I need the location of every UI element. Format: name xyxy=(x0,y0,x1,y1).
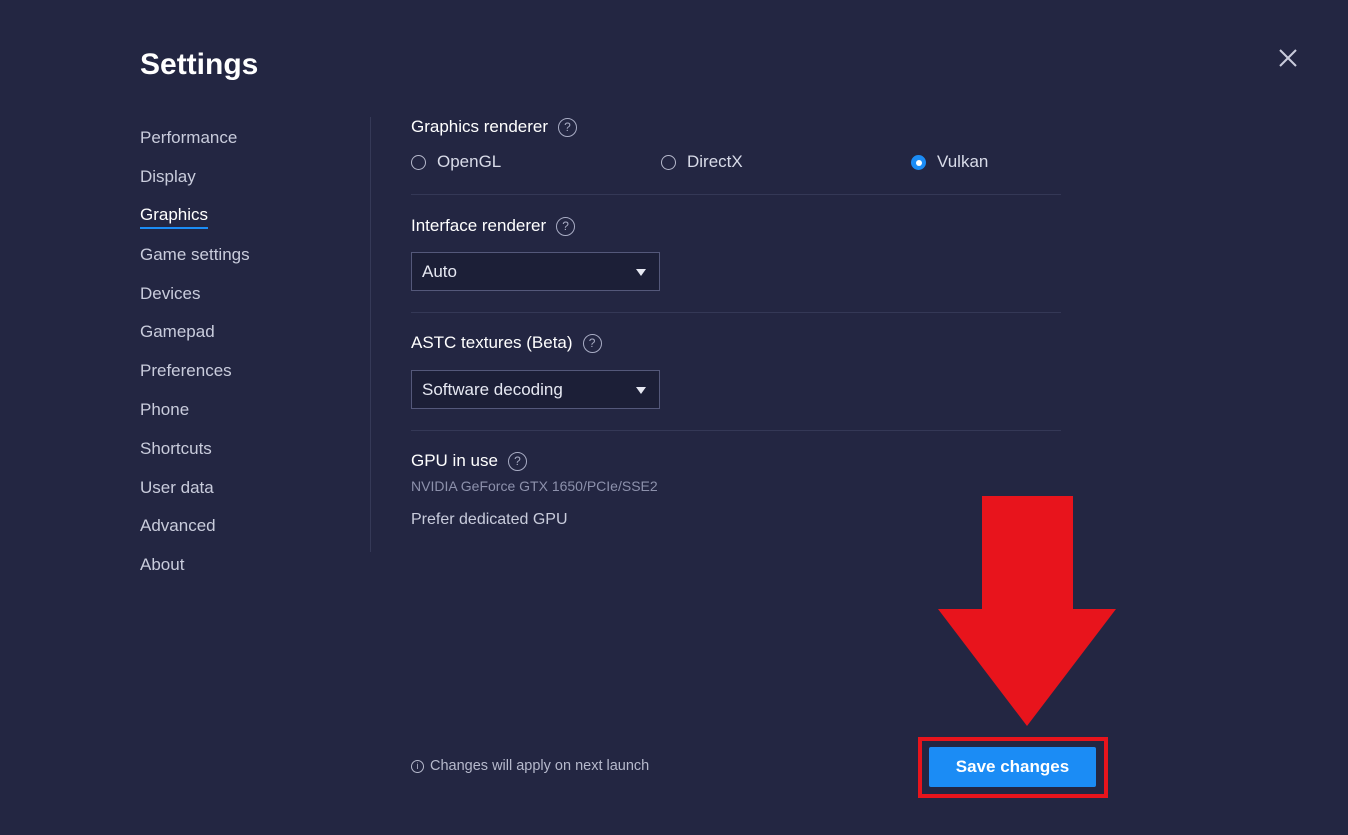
radio-label: OpenGL xyxy=(437,152,502,171)
astc-textures-heading: ASTC textures (Beta) ? xyxy=(411,333,602,353)
sidebar-item-label: Phone xyxy=(140,399,190,419)
gpu-in-use-label: GPU in use xyxy=(411,451,498,470)
sidebar-item-game-settings[interactable]: Game settings xyxy=(140,236,360,275)
graphics-renderer-label: Graphics renderer xyxy=(411,117,549,136)
sidebar-item-display[interactable]: Display xyxy=(140,159,360,198)
gpu-name: NVIDIA GeForce GTX 1650/PCIe/SSE2 xyxy=(411,478,658,494)
radio-label: DirectX xyxy=(687,152,743,171)
sidebar-item-graphics[interactable]: Graphics xyxy=(140,198,360,237)
prefer-dedicated-gpu[interactable]: Prefer dedicated GPU xyxy=(411,511,568,529)
sidebar-item-user-data[interactable]: User data xyxy=(140,469,360,508)
radio-vulkan[interactable]: Vulkan xyxy=(911,152,988,172)
radio-circle xyxy=(411,154,426,170)
sidebar-item-label: Graphics xyxy=(140,205,209,229)
sidebar-item-label: Devices xyxy=(140,283,201,303)
gpu-in-use-heading: GPU in use ? xyxy=(411,451,527,471)
section-divider xyxy=(411,194,1061,195)
page-title: Settings xyxy=(140,48,259,81)
sidebar-divider xyxy=(370,117,371,552)
caret-down-icon xyxy=(636,387,646,394)
sidebar-item-label: Advanced xyxy=(140,516,216,536)
sidebar-item-label: Game settings xyxy=(140,244,250,264)
sidebar-item-gamepad[interactable]: Gamepad xyxy=(140,314,360,353)
sidebar-item-about[interactable]: About xyxy=(140,547,360,586)
graphics-renderer-options: OpenGL DirectX Vulkan xyxy=(411,152,1061,176)
caret-down-icon xyxy=(636,269,646,276)
sidebar-item-performance[interactable]: Performance xyxy=(140,120,360,159)
radio-circle xyxy=(661,154,676,170)
interface-renderer-select[interactable]: Auto xyxy=(411,252,660,291)
sidebar-item-label: About xyxy=(140,555,185,575)
interface-renderer-label: Interface renderer xyxy=(411,216,547,235)
select-value: Auto xyxy=(422,261,457,281)
radio-directx[interactable]: DirectX xyxy=(661,152,743,172)
sidebar-item-label: Shortcuts xyxy=(140,438,212,458)
interface-renderer-heading: Interface renderer ? xyxy=(411,216,576,236)
save-changes-button[interactable]: Save changes xyxy=(929,747,1096,787)
select-value: Software decoding xyxy=(422,379,563,399)
section-divider xyxy=(411,312,1061,313)
graphics-renderer-heading: Graphics renderer ? xyxy=(411,117,578,137)
sidebar-item-devices[interactable]: Devices xyxy=(140,275,360,314)
sidebar-item-label: Performance xyxy=(140,128,238,148)
sidebar-item-advanced[interactable]: Advanced xyxy=(140,508,360,547)
astc-textures-label: ASTC textures (Beta) xyxy=(411,333,573,352)
sidebar-item-label: Display xyxy=(140,167,196,187)
question-circle-icon[interactable]: ? xyxy=(558,117,578,137)
radio-opengl[interactable]: OpenGL xyxy=(411,152,501,172)
question-circle-icon[interactable]: ? xyxy=(556,216,576,236)
sidebar-item-label: User data xyxy=(140,477,214,497)
sidebar-item-phone[interactable]: Phone xyxy=(140,392,360,431)
restart-note-text: Changes will apply on next launch xyxy=(430,758,650,774)
question-circle-icon[interactable]: ? xyxy=(507,451,527,471)
section-divider xyxy=(411,430,1061,431)
radio-circle-selected xyxy=(911,154,926,170)
question-circle-icon[interactable]: ? xyxy=(582,333,602,353)
info-icon: i xyxy=(411,759,424,773)
astc-textures-select[interactable]: Software decoding xyxy=(411,370,660,409)
sidebar-item-label: Gamepad xyxy=(140,322,215,342)
sidebar-item-preferences[interactable]: Preferences xyxy=(140,353,360,392)
radio-label: Vulkan xyxy=(937,152,989,171)
sidebar-item-label: Preferences xyxy=(140,361,232,381)
red-arrow-annotation xyxy=(938,496,1116,726)
sidebar-item-shortcuts[interactable]: Shortcuts xyxy=(140,430,360,469)
sidebar: Performance Display Graphics Game settin… xyxy=(140,120,360,586)
close-icon[interactable] xyxy=(1276,46,1300,70)
restart-note: i Changes will apply on next launch xyxy=(411,758,649,774)
